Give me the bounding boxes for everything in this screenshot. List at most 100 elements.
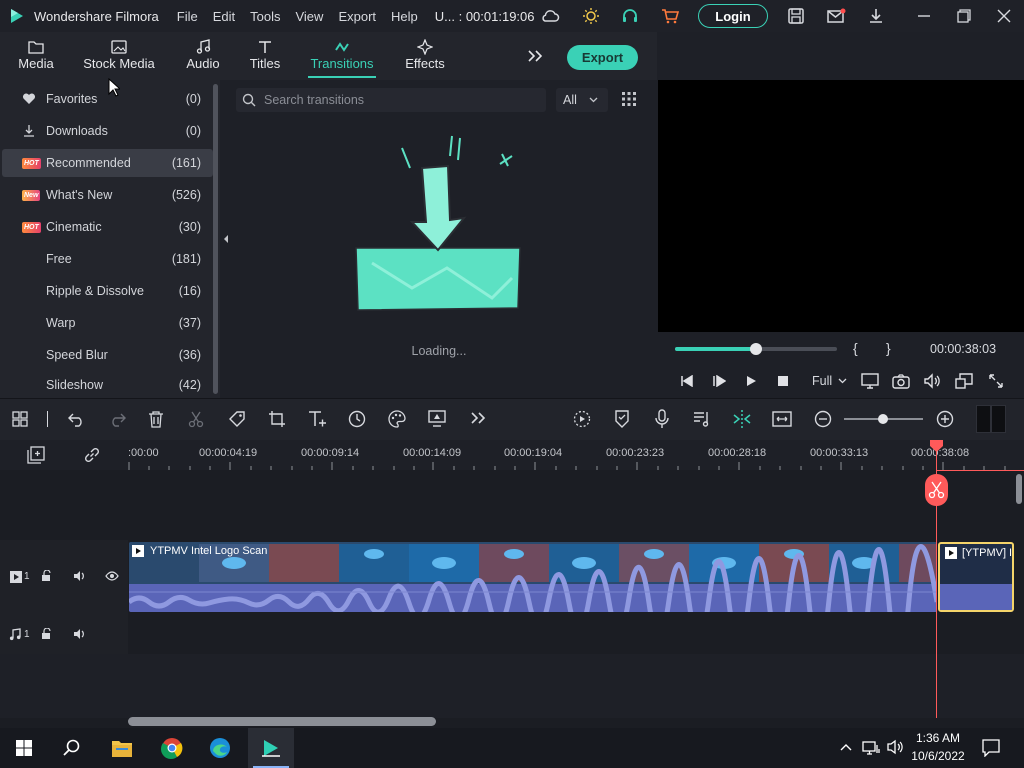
export-button[interactable]: Export — [567, 45, 638, 70]
play-icon[interactable] — [745, 375, 757, 387]
file-explorer-icon[interactable] — [111, 738, 133, 758]
timeline-ruler[interactable]: :00:00 00:00:04:19 00:00:09:14 00:00:14:… — [0, 440, 1024, 470]
green-screen-icon[interactable] — [428, 410, 446, 428]
audio-mixer-icon[interactable] — [693, 410, 711, 428]
layout-icon[interactable] — [12, 411, 28, 427]
login-button[interactable]: Login — [698, 4, 768, 28]
tab-titles[interactable]: Titles — [245, 38, 285, 71]
timeline-settings-button[interactable] — [976, 405, 1006, 433]
category-warp[interactable]: Warp (37) — [2, 309, 213, 337]
eye-icon[interactable] — [105, 571, 119, 581]
stop-icon[interactable] — [777, 375, 789, 387]
sidebar-scrollbar[interactable] — [213, 84, 218, 394]
search-icon[interactable] — [63, 739, 81, 757]
timeline-horizontal-scrollbar[interactable] — [128, 717, 436, 726]
timeline-vertical-scrollbar[interactable] — [1016, 474, 1022, 504]
more-tools-icon[interactable] — [470, 411, 486, 425]
empty-track-area[interactable] — [0, 654, 1024, 718]
clock-time[interactable]: 1:36 AM — [914, 731, 962, 745]
volume-icon[interactable] — [923, 373, 941, 389]
category-whats-new[interactable]: New What's New (526) — [2, 181, 213, 209]
mail-icon[interactable] — [826, 6, 846, 26]
zoom-out-icon[interactable] — [814, 410, 832, 428]
playhead-handle-icon[interactable] — [929, 440, 944, 452]
menu-edit[interactable]: Edit — [213, 9, 235, 24]
add-text-icon[interactable] — [307, 409, 327, 429]
previous-frame-icon[interactable] — [680, 375, 694, 387]
color-palette-icon[interactable] — [388, 410, 406, 428]
delete-icon[interactable] — [148, 410, 164, 428]
category-cinematic[interactable]: HOT Cinematic (30) — [2, 213, 213, 241]
zoom-slider-handle[interactable] — [878, 414, 888, 424]
render-icon[interactable] — [573, 410, 591, 428]
tab-audio[interactable]: Audio — [180, 38, 226, 71]
snapshot-icon[interactable] — [892, 373, 910, 389]
cloud-icon[interactable] — [540, 6, 560, 26]
category-ripple-dissolve[interactable]: Ripple & Dissolve (16) — [2, 277, 213, 305]
save-icon[interactable] — [786, 6, 806, 26]
cart-icon[interactable] — [660, 6, 680, 26]
play-pause-icon[interactable] — [712, 375, 726, 387]
headset-icon[interactable] — [620, 6, 640, 26]
close-icon[interactable] — [994, 6, 1014, 26]
cut-icon[interactable] — [188, 410, 204, 428]
tab-stock-media[interactable]: Stock Media — [80, 38, 158, 71]
speed-icon[interactable] — [348, 410, 366, 428]
more-tabs-icon[interactable] — [527, 49, 543, 63]
zoom-in-icon[interactable] — [936, 410, 954, 428]
mark-in-button[interactable]: { — [853, 340, 858, 356]
preview-progress-handle[interactable] — [750, 343, 762, 355]
crop-icon[interactable] — [268, 410, 286, 428]
filter-select[interactable]: All — [556, 88, 608, 112]
filmora-taskbar-button[interactable] — [248, 728, 294, 768]
render-preview-icon[interactable] — [861, 373, 879, 389]
category-slideshow[interactable]: Slideshow (42) — [2, 373, 213, 397]
redo-icon[interactable] — [108, 411, 126, 427]
category-speed-blur[interactable]: Speed Blur (36) — [2, 341, 213, 369]
minimize-icon[interactable] — [914, 6, 934, 26]
speaker-icon[interactable] — [73, 570, 87, 582]
lock-icon[interactable] — [41, 570, 53, 582]
microphone-icon[interactable] — [653, 409, 671, 429]
menu-export[interactable]: Export — [338, 9, 376, 24]
clock-date[interactable]: 10/6/2022 — [910, 749, 966, 763]
speaker-icon[interactable] — [73, 628, 87, 640]
menu-help[interactable]: Help — [391, 9, 418, 24]
category-downloads[interactable]: Downloads (0) — [2, 117, 213, 145]
search-input[interactable] — [264, 93, 524, 107]
chevron-up-icon[interactable] — [840, 743, 852, 751]
volume-icon[interactable] — [886, 739, 904, 755]
tab-media[interactable]: Media — [12, 38, 60, 71]
lock-icon[interactable] — [41, 628, 53, 640]
menu-file[interactable]: File — [177, 9, 198, 24]
notification-icon[interactable] — [982, 739, 1000, 757]
network-icon[interactable] — [862, 739, 880, 755]
empty-track-area[interactable] — [0, 470, 1024, 540]
display-settings-icon[interactable] — [955, 373, 973, 389]
search-box[interactable] — [236, 88, 546, 112]
edge-icon[interactable] — [209, 737, 231, 759]
mark-out-button[interactable]: } — [886, 340, 891, 356]
snap-icon[interactable] — [732, 409, 752, 429]
category-free[interactable]: Free (181) — [2, 245, 213, 273]
chrome-icon[interactable] — [161, 737, 183, 759]
split-button[interactable] — [925, 474, 948, 506]
fullscreen-icon[interactable] — [988, 373, 1004, 389]
fit-timeline-icon[interactable] — [772, 410, 792, 428]
marker-icon[interactable] — [613, 410, 631, 428]
add-track-icon[interactable] — [27, 446, 45, 464]
download-icon[interactable] — [866, 6, 886, 26]
menu-view[interactable]: View — [295, 9, 323, 24]
bulb-icon[interactable] — [581, 6, 601, 26]
collapse-sidebar-icon[interactable] — [222, 234, 230, 244]
tag-icon[interactable] — [228, 410, 246, 428]
tab-effects[interactable]: Effects — [402, 38, 448, 71]
menu-tools[interactable]: Tools — [250, 9, 280, 24]
quality-select[interactable]: Full — [812, 374, 832, 388]
grid-view-icon[interactable] — [622, 92, 636, 106]
restore-icon[interactable] — [954, 6, 974, 26]
chevron-down-icon[interactable] — [838, 378, 847, 384]
category-recommended[interactable]: HOT Recommended (161) — [2, 149, 213, 177]
preview-screen[interactable] — [658, 80, 1024, 332]
windows-start-icon[interactable] — [16, 740, 32, 756]
